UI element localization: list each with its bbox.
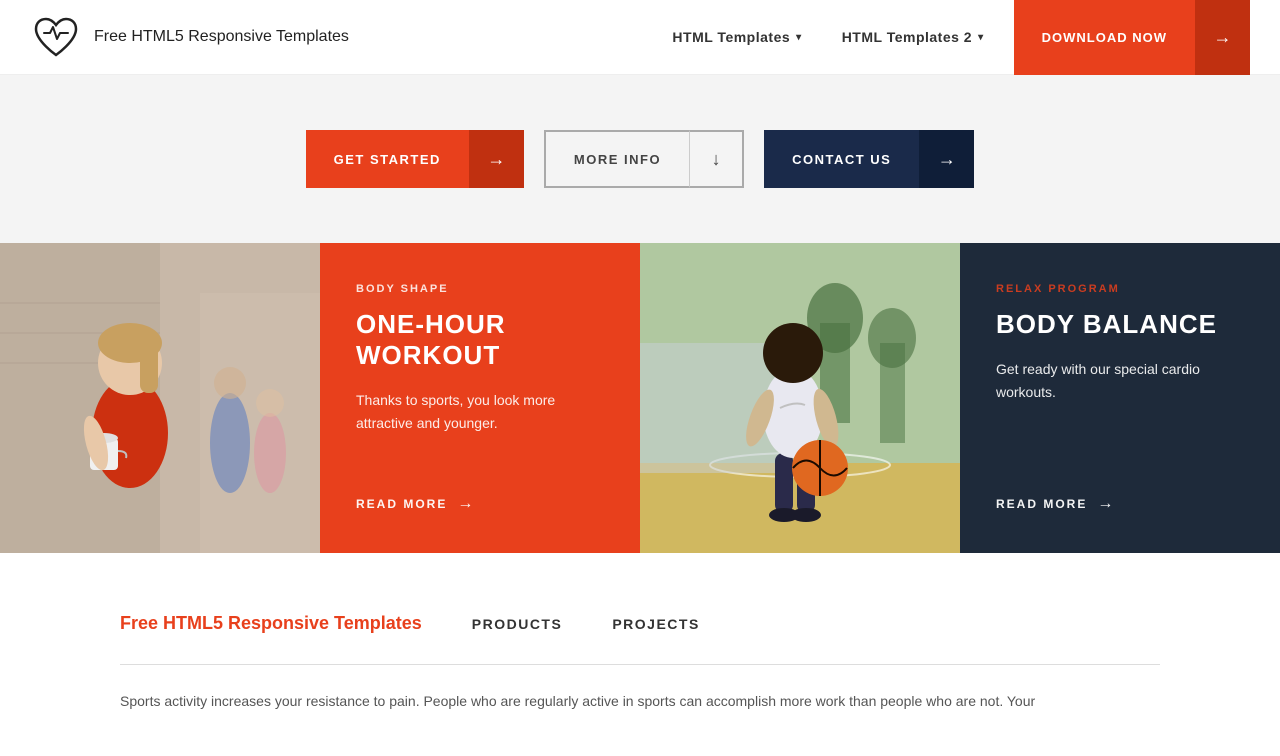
chevron-down-icon: ▾ [796,32,802,43]
more-info-down-button[interactable]: ↓ [689,130,744,188]
nav-link-html-templates[interactable]: HTML Templates ▾ [672,29,801,45]
get-started-arrow-button[interactable]: → [469,130,524,188]
contact-us-button[interactable]: CONTACT US [764,130,919,188]
nav-links: HTML Templates ▾ HTML Templates 2 ▾ [672,29,983,45]
bottom-nav: Free HTML5 Responsive Templates PRODUCTS… [120,613,1160,634]
more-info-group: MORE INFO ↓ [544,130,744,188]
bottom-products-link[interactable]: PRODUCTS [472,616,563,632]
nav-brand-text: Free HTML5 Responsive Templates [94,28,349,46]
cards-section: BODY SHAPE ONE-HOUR WORKOUT Thanks to sp… [0,243,1280,553]
bottom-description-text: Sports activity increases your resistanc… [120,690,1160,714]
chevron-down-icon: ↓ [712,149,721,170]
gym-photo-card [0,243,320,553]
download-now-button[interactable]: DOWNLOAD NOW [1014,0,1195,75]
relax-program-card: RELAX PROGRAM BODY BALANCE Get ready wit… [960,243,1280,553]
bottom-projects-link[interactable]: PROJECTS [612,616,699,632]
hero-buttons-section: GET STARTED → MORE INFO ↓ CONTACT US → [0,75,1280,243]
card-subtitle-body-shape: BODY SHAPE [356,283,604,295]
gym-photo-illustration [0,243,320,553]
arrow-right-icon: → [457,495,475,513]
card-desc-balance: Get ready with our special cardio workou… [996,358,1244,403]
contact-us-arrow-button[interactable]: → [919,130,974,188]
bottom-brand-link[interactable]: Free HTML5 Responsive Templates [120,613,422,634]
read-more-balance-button[interactable]: READ MORE → [996,495,1244,513]
arrow-right-icon: → [1214,27,1232,48]
heart-logo-icon [30,11,82,63]
bottom-divider [120,664,1160,665]
read-more-label: READ MORE [996,497,1087,511]
body-shape-card: BODY SHAPE ONE-HOUR WORKOUT Thanks to sp… [320,243,640,553]
basketball-photo-card [640,243,960,553]
card-desc-workout: Thanks to sports, you look more attracti… [356,389,604,434]
navbar: Free HTML5 Responsive Templates HTML Tem… [0,0,1280,75]
nav-download-group: DOWNLOAD NOW → [1014,0,1250,75]
nav-link-html-templates-2[interactable]: HTML Templates 2 ▾ [842,29,984,45]
get-started-button[interactable]: GET STARTED [306,130,469,188]
basketball-photo-illustration [640,243,960,553]
chevron-down-icon-2: ▾ [978,32,984,43]
read-more-workout-button[interactable]: READ MORE → [356,495,604,513]
get-started-group: GET STARTED → [306,130,524,188]
arrow-right-icon: → [487,149,505,170]
bottom-section: Free HTML5 Responsive Templates PRODUCTS… [0,553,1280,714]
read-more-label: READ MORE [356,497,447,511]
card-title-balance: BODY BALANCE [996,309,1244,340]
download-arrow-button[interactable]: → [1195,0,1250,75]
nav-brand[interactable]: Free HTML5 Responsive Templates [30,11,349,63]
card-title-workout: ONE-HOUR WORKOUT [356,309,604,371]
arrow-right-icon: → [938,149,956,170]
arrow-right-icon: → [1097,495,1115,513]
contact-us-group: CONTACT US → [764,130,974,188]
card-subtitle-relax: RELAX PROGRAM [996,283,1244,295]
more-info-button[interactable]: MORE INFO [544,130,689,188]
